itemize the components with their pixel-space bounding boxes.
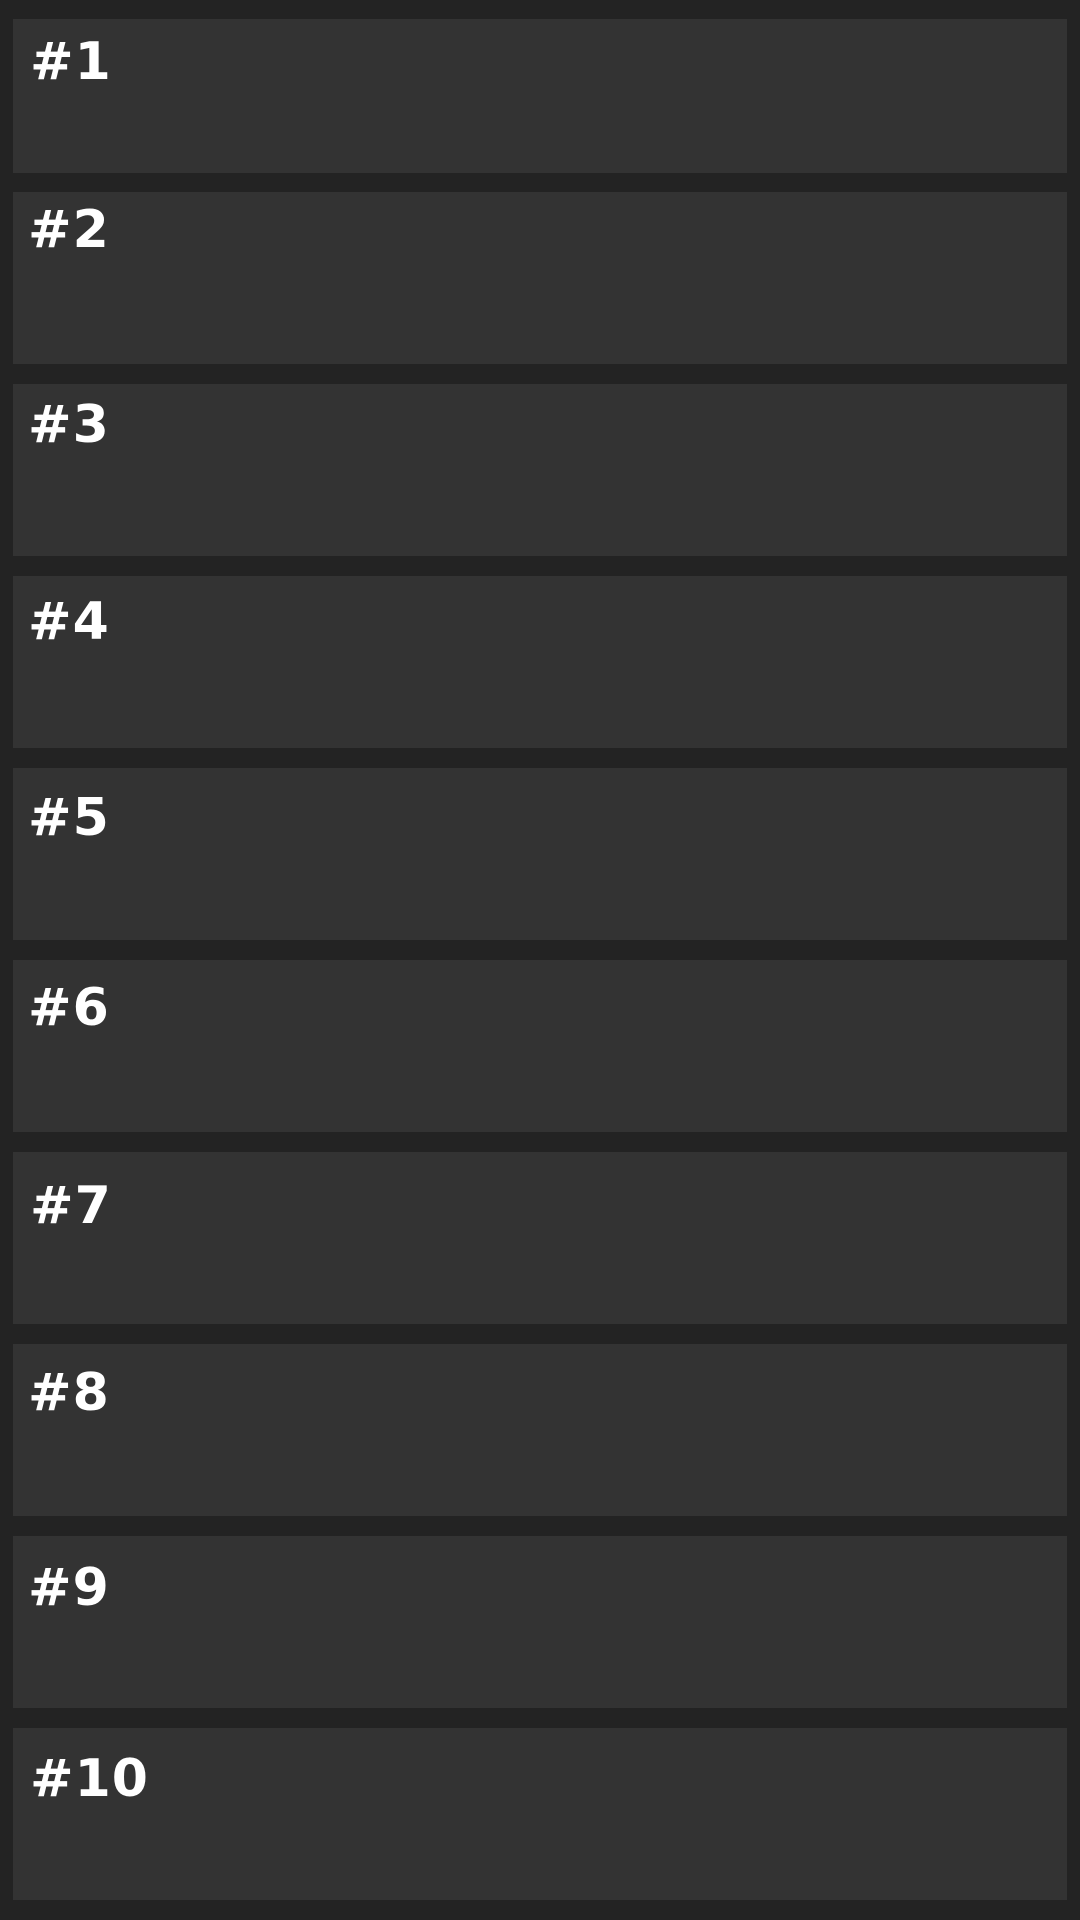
list-item-label: #1: [30, 32, 112, 92]
list-item[interactable]: #6: [13, 960, 1067, 1132]
list-item[interactable]: #10: [13, 1728, 1067, 1900]
list-item-label: #3: [28, 395, 110, 455]
list-item[interactable]: #8: [13, 1344, 1067, 1516]
list-item-label: #5: [28, 788, 110, 848]
list-item-label: #10: [30, 1749, 149, 1809]
list-item-label: #2: [28, 200, 110, 260]
list-item-label: #9: [28, 1558, 110, 1618]
list-item-label: #7: [30, 1176, 112, 1236]
list-item[interactable]: #7: [13, 1152, 1067, 1324]
list-item[interactable]: #2: [13, 192, 1067, 364]
list-item-label: #8: [28, 1363, 110, 1423]
list-item[interactable]: #1: [13, 19, 1067, 173]
list-item[interactable]: #9: [13, 1536, 1067, 1708]
list-item[interactable]: #3: [13, 384, 1067, 556]
list-item[interactable]: #4: [13, 576, 1067, 748]
list-item-label: #6: [28, 978, 110, 1038]
list-item-label: #4: [28, 592, 110, 652]
item-list: #1 #2 #3 #4 #5 #6 #7 #8 #9 #10: [0, 0, 1080, 1920]
list-item[interactable]: #5: [13, 768, 1067, 940]
